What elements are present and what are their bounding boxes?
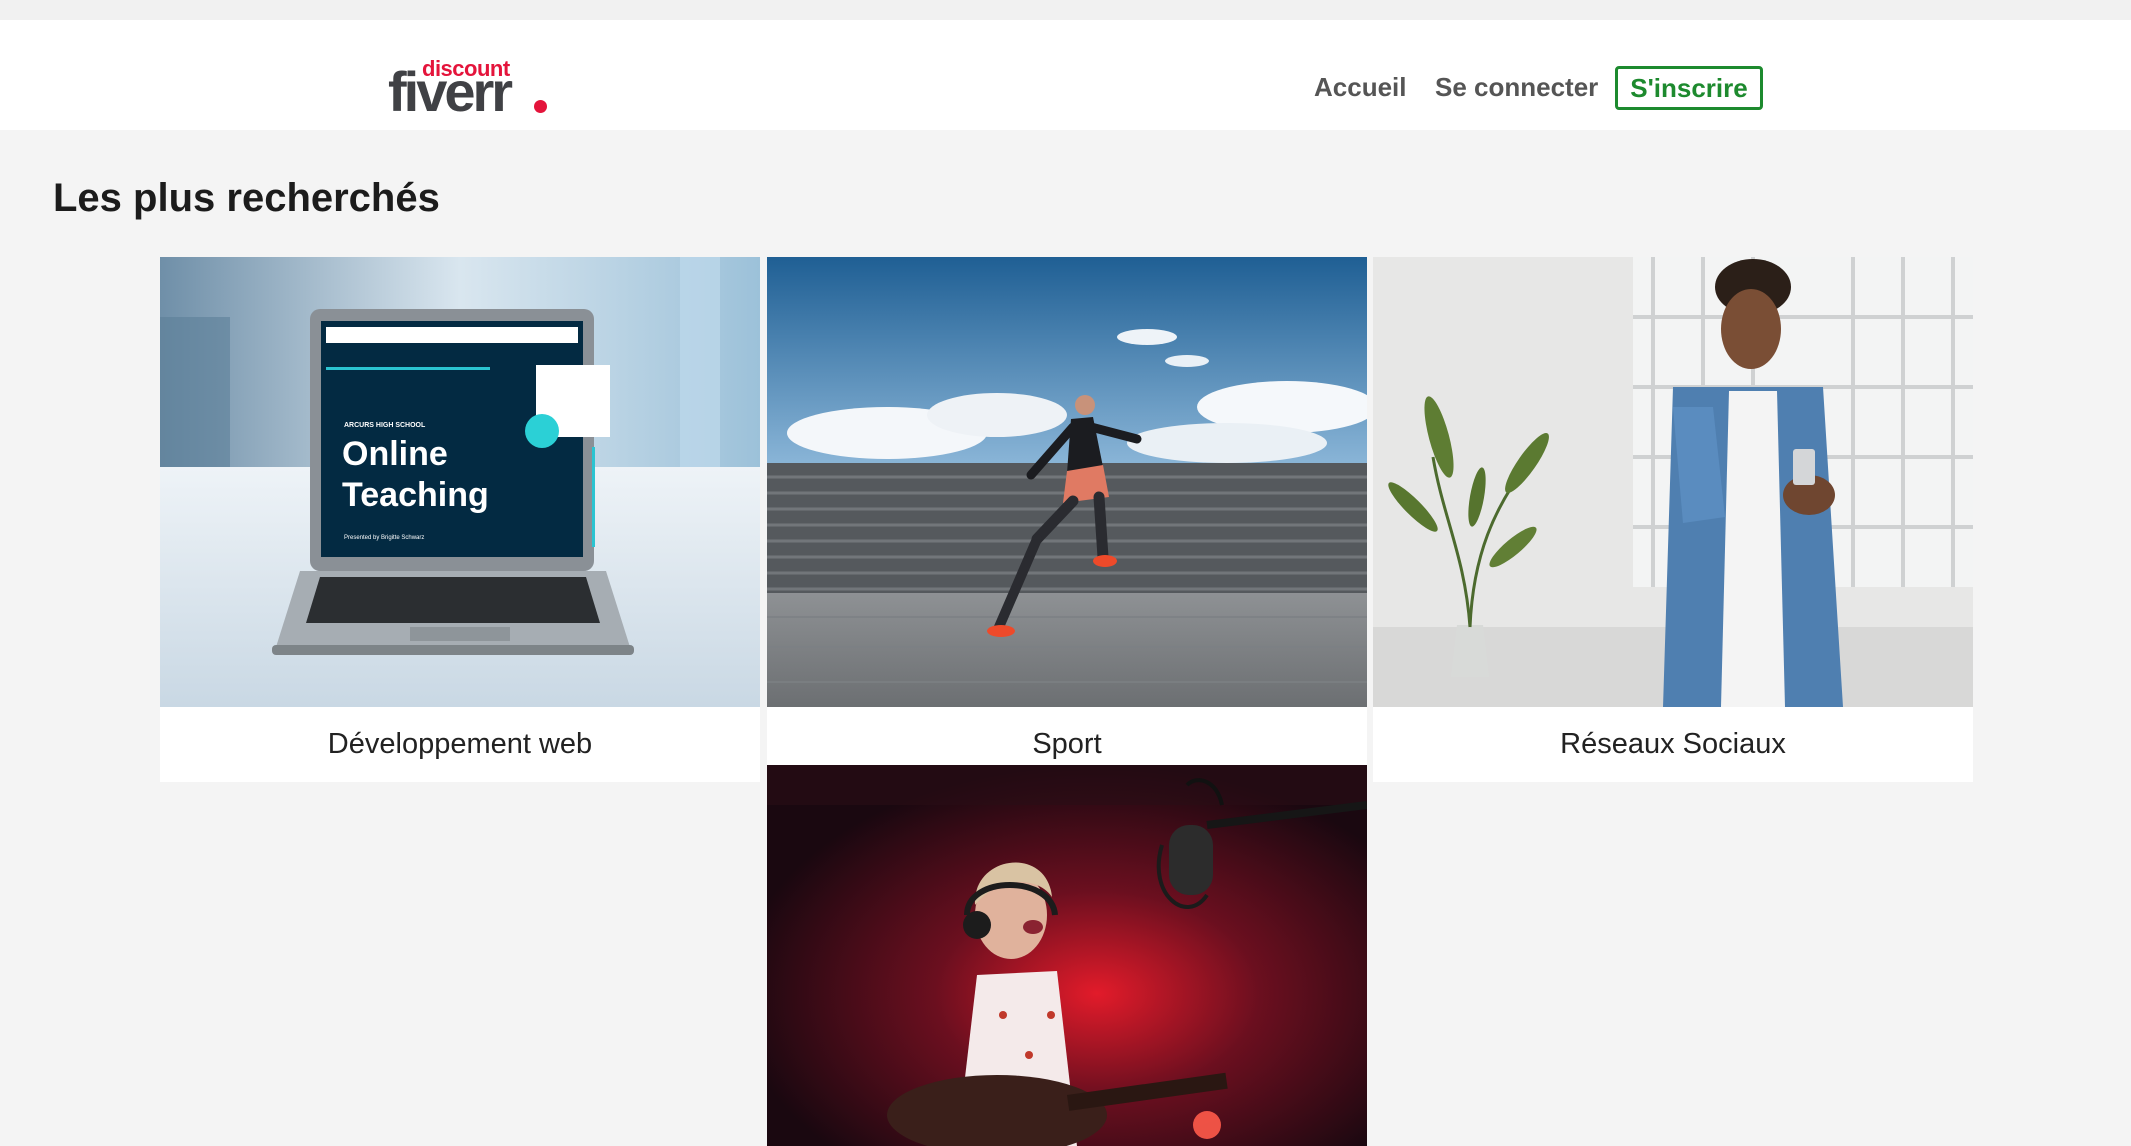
man-with-smartphone-photo — [1373, 257, 1973, 707]
screen-title-line2: Teaching — [342, 476, 489, 514]
category-label-web: Développement web — [327, 728, 593, 760]
nav-link-accueil[interactable]: Accueil — [1314, 72, 1407, 103]
fiverr-logo[interactable]: discount fiverr — [388, 56, 558, 120]
woman-singing-with-guitar-photo — [767, 765, 1367, 1146]
woman-running-on-stairs-photo — [767, 257, 1367, 707]
category-card-web[interactable]: ARCURS HIGH SCHOOL Online Teaching Prese… — [160, 257, 760, 782]
screen-subtitle: Presented by Brigitte Schwarz — [344, 535, 424, 541]
signup-button[interactable]: S'inscrire — [1615, 66, 1763, 110]
category-label-social: Réseaux Sociaux — [1560, 728, 1786, 760]
navbar: discount fiverr Accueil Se connecter S'i… — [0, 20, 2131, 130]
section-title: Les plus recherchés — [53, 176, 440, 220]
logo-dot — [534, 100, 547, 113]
category-card-social[interactable]: Réseaux Sociaux — [1373, 257, 1973, 782]
browser-top-strip — [0, 0, 2131, 20]
laptop-online-teaching-photo: ARCURS HIGH SCHOOL Online Teaching Prese… — [160, 257, 760, 707]
logo-brand-text: fiverr — [388, 60, 513, 123]
nav-link-se-connecter[interactable]: Se connecter — [1435, 72, 1598, 103]
category-card-sport[interactable]: Sport — [767, 257, 1367, 765]
category-card-music[interactable] — [767, 765, 1367, 1146]
screen-school-text: ARCURS HIGH SCHOOL — [344, 422, 426, 429]
screen-title-line1: Online — [342, 435, 448, 473]
